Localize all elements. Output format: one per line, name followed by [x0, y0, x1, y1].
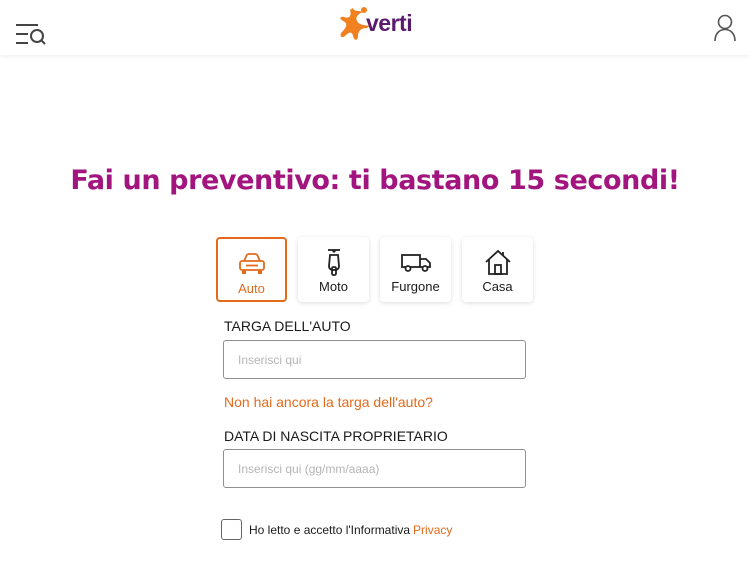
birth-date-label: DATA DI NASCITA PROPRIETARIO — [224, 428, 448, 444]
plate-input[interactable] — [223, 340, 526, 379]
privacy-consent: Ho letto e accetto l'Informativa Privacy — [221, 519, 452, 540]
tile-auto[interactable]: Auto — [216, 237, 287, 302]
menu-search-icon[interactable] — [14, 22, 48, 48]
no-plate-link[interactable]: Non hai ancora la targa dell'auto? — [224, 394, 433, 410]
consent-text: Ho letto e accetto l'Informativa — [249, 522, 411, 537]
tile-furgone[interactable]: Furgone — [380, 237, 451, 302]
house-icon — [484, 247, 512, 277]
tile-label: Moto — [319, 279, 348, 294]
tile-moto[interactable]: Moto — [298, 237, 369, 302]
tile-label: Furgone — [391, 279, 440, 294]
tile-casa[interactable]: Casa — [462, 237, 533, 302]
birth-date-input[interactable] — [223, 449, 526, 488]
plate-label: TARGA DELL'AUTO — [224, 318, 351, 334]
car-icon — [237, 249, 267, 279]
tile-label: Auto — [238, 281, 265, 296]
site-header: verti — [0, 0, 750, 55]
privacy-link[interactable]: Privacy — [413, 523, 452, 537]
tile-label: Casa — [482, 279, 513, 294]
page-title: Fai un preventivo: ti bastano 15 secondi… — [70, 165, 680, 196]
privacy-checkbox[interactable] — [221, 519, 242, 540]
logo-text: verti — [366, 10, 413, 36]
user-icon[interactable] — [712, 14, 738, 42]
verti-logo[interactable]: verti — [336, 4, 416, 46]
product-selector: Auto Moto Furgone Casa — [216, 237, 533, 302]
van-icon — [400, 247, 432, 277]
scooter-icon — [322, 247, 346, 277]
